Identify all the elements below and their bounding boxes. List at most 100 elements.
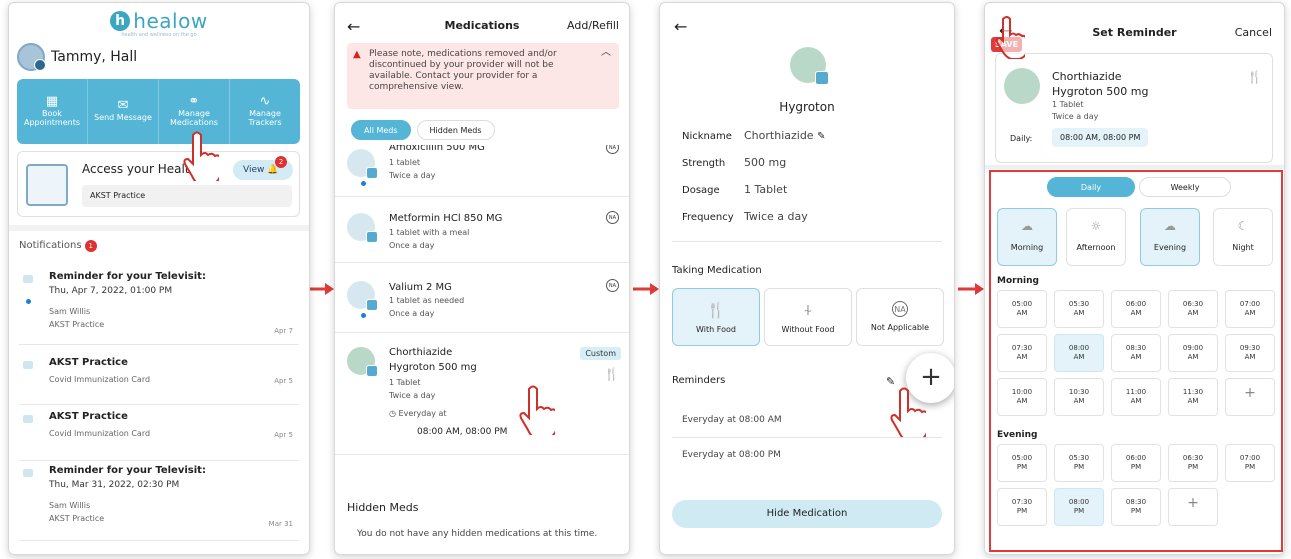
night-option[interactable]: ☾ Night [1213, 208, 1273, 266]
user-profile[interactable]: Tammy, Hall [17, 43, 137, 71]
time-slot[interactable]: 06:00 PM [1111, 444, 1161, 482]
pulse-icon: ∿ [259, 93, 271, 109]
list-item[interactable]: Reminder for your Televisit: Thu, Apr 7,… [19, 271, 299, 345]
book-appointments-button[interactable]: ▦ Book Appointments [17, 79, 88, 144]
without-food-option[interactable]: ⍭ Without Food [764, 288, 852, 346]
with-food-option[interactable]: 🍴 With Food [672, 288, 760, 346]
time-slot[interactable]: 09:30 AM [1225, 334, 1275, 372]
card-icon [23, 361, 33, 369]
pencil-icon[interactable]: ✎ [817, 131, 825, 142]
notification-line: AKST Practice [49, 320, 105, 329]
not-applicable-option[interactable]: NA Not Applicable [856, 288, 944, 346]
slot-period: PM [1130, 463, 1142, 471]
tab-hidden-meds[interactable]: Hidden Meds [416, 120, 495, 140]
back-arrow-icon[interactable]: ← [674, 17, 687, 36]
slot-period: PM [1073, 507, 1085, 515]
chevron-up-icon[interactable]: ︿ [601, 47, 611, 58]
notification-date: Apr 5 [274, 377, 293, 385]
afternoon-option[interactable]: ☼ Afternoon [1066, 208, 1126, 266]
time-slot[interactable]: 10:30 AM [1054, 378, 1104, 416]
time-slot[interactable]: 07:30 PM [997, 488, 1047, 526]
hidden-meds-title: Hidden Meds [347, 501, 419, 514]
hand-pointer-icon [183, 131, 219, 181]
evening-option[interactable]: ☁ Evening [1140, 208, 1200, 266]
time-slot[interactable]: 07:00 AM [1225, 290, 1275, 328]
med-line: 1 tablet [389, 158, 421, 167]
hide-medication-button[interactable]: Hide Medication [672, 500, 942, 528]
reminder-line: ◷ Everyday at [389, 409, 447, 418]
time-slot[interactable]: 05:30 PM [1054, 444, 1104, 482]
time-slot[interactable]: 11:00 AM [1111, 378, 1161, 416]
reminder-item[interactable]: Everyday at 08:00 PM [682, 450, 781, 460]
cancel-button[interactable]: Cancel [1235, 26, 1272, 39]
hand-pointer-icon [519, 385, 555, 435]
slot-period: AM [1073, 397, 1085, 405]
slot-time: 08:30 [1125, 498, 1147, 506]
send-message-button[interactable]: ✉ Send Message [88, 79, 159, 144]
list-item[interactable]: AKST Practice Covid Immunization Card Ap… [19, 357, 299, 405]
time-slot[interactable]: 05:00 PM [997, 444, 1047, 482]
time-slot[interactable]: 06:30 PM [1168, 444, 1218, 482]
time-slot[interactable]: 09:00 AM [1168, 334, 1218, 372]
slot-time: 11:00 [1125, 388, 1147, 396]
user-name: Tammy, Hall [51, 49, 138, 65]
tab-weekly[interactable]: Weekly [1139, 177, 1231, 197]
med-name: Chorthiazide [1052, 70, 1122, 83]
slot-period: PM [1016, 507, 1028, 515]
frequency-row: Frequency Twice a day [682, 210, 808, 223]
practice-selector[interactable]: AKST Practice [82, 185, 292, 207]
folder-icon [26, 164, 68, 206]
time-slot[interactable]: 06:00 AM [1111, 290, 1161, 328]
slot-period: PM [1130, 507, 1142, 515]
clock-icon: ◷ [389, 409, 396, 418]
tab-daily[interactable]: Daily [1047, 177, 1135, 197]
option-label: Not Applicable [870, 323, 930, 332]
slot-period: AM [1244, 353, 1256, 361]
slot-period: PM [1016, 463, 1028, 471]
list-item[interactable]: Reminder for your Televisit: Thu, Mar 31… [19, 465, 299, 541]
list-item[interactable]: Chorthiazide Hygroton 500 mg 1 Tablet Tw… [335, 335, 629, 455]
slot-period: AM [1130, 397, 1142, 405]
time-slot[interactable]: 08:00 PM [1054, 488, 1104, 526]
card-icon [23, 415, 33, 423]
list-item[interactable]: Metformin HCl 850 MG 1 tablet with a mea… [335, 201, 629, 263]
reminder-item[interactable]: Everyday at 08:00 AM [682, 415, 782, 425]
time-slot[interactable]: 08:00 AM [1054, 334, 1104, 372]
cloud-evening-icon: ☁ [1164, 219, 1176, 233]
add-refill-button[interactable]: Add/Refill [567, 19, 619, 32]
daily-value: 08:00 AM, 08:00 PM [1052, 128, 1149, 147]
time-slot[interactable]: 05:30 AM [1054, 290, 1104, 328]
fork-knife-icon: 🍴 [604, 367, 619, 381]
time-slot[interactable]: 07:00 PM [1225, 444, 1275, 482]
time-slot[interactable]: 10:00 AM [997, 378, 1047, 416]
medications-screen: ← Medications Add/Refill ▲ Please note, … [334, 2, 630, 555]
list-item[interactable]: Valium 2 MG 1 tablet as needed Once a da… [335, 269, 629, 333]
time-slot[interactable]: 06:30 AM [1168, 290, 1218, 328]
tab-all-meds[interactable]: All Meds [351, 120, 411, 140]
add-time-button[interactable]: + [1168, 488, 1218, 526]
time-slot[interactable]: 08:30 AM [1111, 334, 1161, 372]
list-item[interactable]: Amoxicillin 500 MG 1 tablet Twice a day … [335, 145, 629, 197]
fork-knife-icon: 🍴 [706, 301, 726, 319]
no-food-icon: ⍭ [803, 301, 813, 319]
divider [985, 165, 1284, 169]
time-slot[interactable]: 08:30 PM [1111, 488, 1161, 526]
time-slot[interactable]: 07:30 AM [997, 334, 1047, 372]
morning-option[interactable]: ☁ Morning [997, 208, 1057, 266]
slot-time: + [1244, 385, 1256, 401]
time-slot[interactable]: 11:30 AM [1168, 378, 1218, 416]
slot-period: AM [1016, 397, 1028, 405]
hand-pointer-icon [995, 16, 1025, 59]
med-name: Amoxicillin 500 MG [389, 145, 485, 153]
logo-text: healow [133, 9, 208, 33]
slot-time: 05:30 [1068, 454, 1090, 462]
unread-dot [361, 313, 366, 318]
view-button[interactable]: View 🔔 2 [233, 156, 293, 180]
manage-trackers-button[interactable]: ∿ Manage Trackers [230, 79, 300, 144]
list-item[interactable]: AKST Practice Covid Immunization Card Ap… [19, 411, 299, 461]
add-time-button[interactable]: + [1225, 378, 1275, 416]
morning-section-title: Morning [997, 276, 1039, 286]
time-slot[interactable]: 05:00 AM [997, 290, 1047, 328]
video-icon [23, 275, 33, 283]
health-records-card[interactable]: Access your Healthds View 🔔2 AKST Practi… [17, 151, 300, 217]
